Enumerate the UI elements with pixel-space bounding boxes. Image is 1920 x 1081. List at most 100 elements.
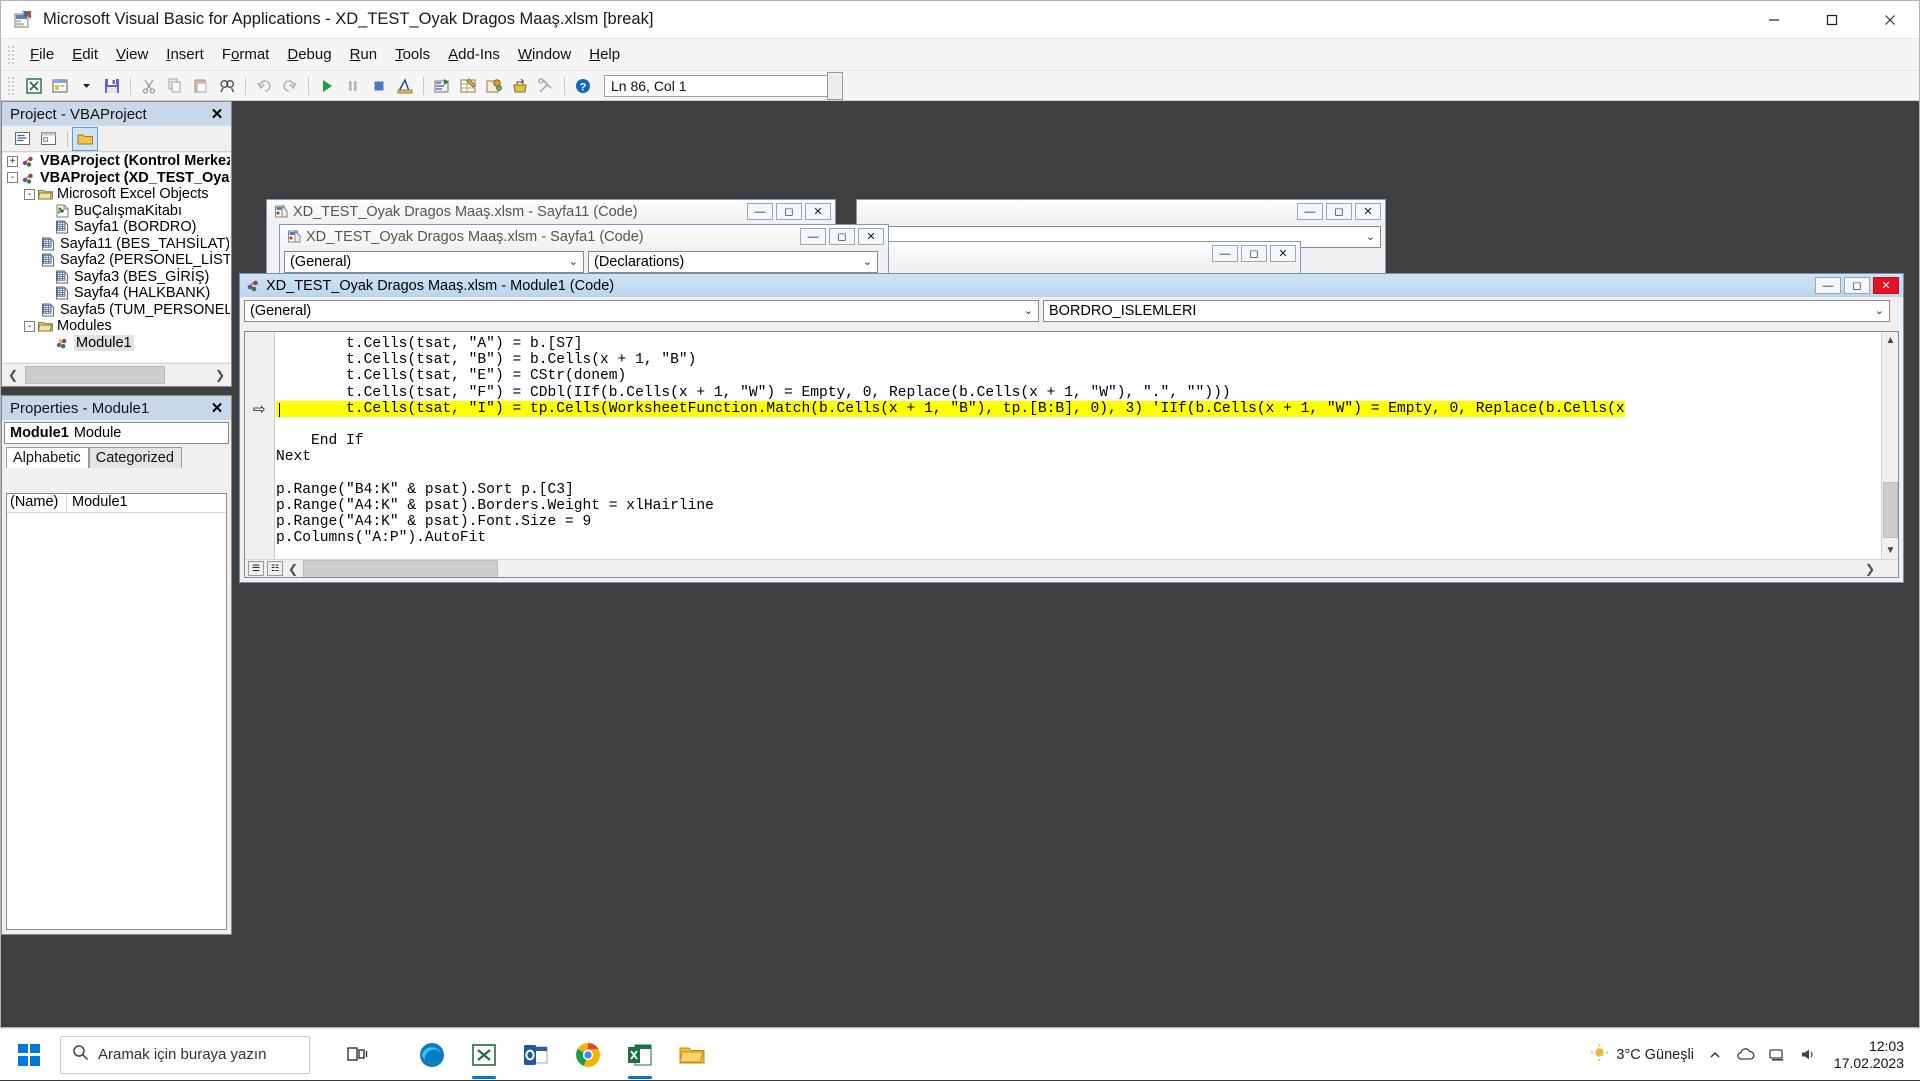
cut-icon[interactable] — [137, 74, 161, 98]
code-close-button[interactable]: ✕ — [805, 203, 831, 220]
code-close-button[interactable]: ✕ — [1355, 203, 1381, 220]
project-tree-item[interactable]: BuÇalışmaKitabı — [3, 203, 230, 220]
view-object-icon[interactable] — [36, 128, 60, 150]
code-minimize-button[interactable]: — — [800, 228, 826, 245]
reset-icon[interactable] — [367, 74, 391, 98]
code-line[interactable]: t.Cells(tsat, "B") = b.Cells(x + 1, "B") — [276, 352, 1898, 368]
scroll-down-icon[interactable]: ▼ — [1882, 542, 1898, 559]
code-close-button[interactable]: ✕ — [858, 228, 884, 245]
paste-icon[interactable] — [189, 74, 213, 98]
excel-taskbar-icon[interactable] — [614, 1029, 666, 1081]
design-mode-icon[interactable] — [393, 74, 417, 98]
property-value[interactable]: Module1 — [67, 494, 128, 512]
properties-row[interactable]: (Name) Module1 — [7, 494, 226, 513]
chrome-taskbar-icon[interactable] — [562, 1029, 614, 1081]
code-line[interactable]: p.Columns("A:P").AutoFit — [276, 530, 1898, 546]
project-tree-item[interactable]: - VBAProject (XD_TEST_Oyak Dr — [3, 170, 230, 187]
network-tray-icon[interactable] — [1762, 1029, 1793, 1081]
project-tree-item[interactable]: - Microsoft Excel Objects — [3, 186, 230, 203]
scroll-left-icon[interactable]: ❮ — [3, 365, 23, 385]
code-minimize-button[interactable]: — — [1297, 203, 1323, 220]
menu-insert[interactable]: Insert — [157, 42, 213, 67]
tree-expander-icon[interactable]: + — [7, 155, 18, 167]
code-line[interactable]: p.Range("A4:K" & psat).Borders.Weight = … — [276, 498, 1898, 514]
task-view-button[interactable] — [332, 1029, 384, 1081]
menu-addins[interactable]: Add-Ins — [439, 42, 509, 67]
maximize-button[interactable] — [1803, 1, 1861, 39]
project-tree-item[interactable]: Sayfa4 (HALKBANK) — [3, 285, 230, 302]
close-button[interactable] — [1861, 1, 1919, 39]
project-tree-item[interactable]: - Modules — [3, 318, 230, 335]
excel-view-icon[interactable] — [22, 74, 46, 98]
hscroll-thumb[interactable] — [25, 365, 165, 384]
code-window-titlebar[interactable]: — ◻ ✕ — [857, 200, 1385, 223]
save-icon[interactable] — [100, 74, 124, 98]
code-close-button[interactable]: ✕ — [1873, 277, 1899, 294]
procedure-view-icon[interactable]: ☰ — [248, 561, 264, 576]
tools-wrench-icon[interactable] — [534, 74, 558, 98]
code-minimize-button[interactable]: — — [1815, 277, 1841, 294]
project-tree-hscrollbar[interactable]: ❮ ❯ — [3, 363, 230, 385]
file-explorer-taskbar-icon[interactable] — [666, 1029, 718, 1081]
code-restore-button[interactable]: ◻ — [829, 228, 855, 245]
object-dropdown[interactable]: (General) ⌄ — [244, 300, 1039, 322]
code-window-titlebar-active[interactable]: XD_TEST_Oyak Dragos Maaş.xlsm - Module1 … — [240, 274, 1903, 297]
project-tree-item[interactable]: Sayfa11 (BES_TAHSİLAT) — [3, 236, 230, 253]
code-restore-button[interactable]: ◻ — [776, 203, 802, 220]
help-icon[interactable]: ? — [571, 74, 595, 98]
toggle-folders-icon[interactable] — [72, 126, 98, 151]
minimize-button[interactable] — [1745, 1, 1803, 39]
menu-debug[interactable]: Debug — [278, 42, 340, 67]
code-line[interactable]: t.Cells(tsat, "I") = tp.Cells(WorksheetF… — [276, 400, 1898, 417]
code-window-titlebar[interactable]: XD_TEST_Oyak Dragos Maaş.xlsm - Sayfa11 … — [267, 200, 835, 223]
code-window-titlebar[interactable]: XD_TEST_Oyak Dragos Maaş.xlsm - Sayfa1 (… — [280, 225, 888, 248]
redo-icon[interactable] — [278, 74, 302, 98]
object-dropdown[interactable]: (General) ⌄ — [284, 251, 584, 273]
full-module-view-icon[interactable]: ☷ — [267, 561, 283, 576]
menu-window[interactable]: Window — [509, 42, 580, 67]
properties-grid[interactable]: (Name) Module1 — [6, 493, 227, 930]
object-browser-icon[interactable] — [482, 74, 506, 98]
view-code-icon[interactable] — [10, 128, 34, 150]
project-explorer-icon[interactable] — [430, 74, 454, 98]
edge-taskbar-icon[interactable] — [406, 1029, 458, 1081]
taskbar-clock[interactable]: 12:03 17.02.2023 — [1824, 1038, 1914, 1072]
code-line[interactable]: t.Cells(tsat, "E") = CStr(donem) — [276, 368, 1898, 384]
toolbox-icon[interactable] — [508, 74, 532, 98]
scroll-right-icon[interactable]: ❯ — [1860, 559, 1880, 578]
volume-tray-icon[interactable] — [1793, 1029, 1824, 1081]
tab-categorized[interactable]: Categorized — [88, 447, 182, 468]
code-line[interactable] — [276, 466, 1898, 482]
project-tree-item[interactable]: Sayfa1 (BORDRO) — [3, 219, 230, 236]
code-vscrollbar[interactable]: ▲ ▼ — [1881, 332, 1898, 577]
scroll-up-icon[interactable]: ▲ — [1882, 332, 1898, 349]
copy-icon[interactable] — [163, 74, 187, 98]
code-editor-area[interactable]: ⇨ t.Cells(tsat, "A") = b.[S7] t.Cells(ts… — [244, 331, 1899, 578]
procedure-dropdown[interactable]: (Declarations) ⌄ — [588, 251, 878, 273]
tree-expander-icon[interactable]: - — [24, 188, 35, 200]
find-icon[interactable] — [215, 74, 239, 98]
run-icon[interactable] — [315, 74, 339, 98]
scroll-left-icon[interactable]: ❮ — [283, 559, 303, 578]
properties-close-icon[interactable]: ✕ — [207, 398, 227, 418]
code-line[interactable]: t.Cells(tsat, "A") = b.[S7] — [276, 336, 1898, 352]
project-tree-item[interactable]: Sayfa3 (BES_GİRİŞ) — [3, 269, 230, 286]
code-window-titlebar[interactable]: — ◻ ✕ — [882, 242, 1300, 265]
taskbar-search-box[interactable]: Aramak için buraya yazın — [60, 1035, 310, 1074]
code-text[interactable]: t.Cells(tsat, "A") = b.[S7] t.Cells(tsat… — [276, 336, 1898, 577]
insert-userform-icon[interactable] — [48, 74, 72, 98]
menu-file[interactable]: File — [21, 42, 63, 67]
code-line[interactable]: p.Range("B4:K" & psat).Sort p.[C3] — [276, 482, 1898, 498]
excel-vba-taskbar-icon[interactable] — [458, 1029, 510, 1081]
menu-run[interactable]: Run — [341, 42, 387, 67]
code-line[interactable]: t.Cells(tsat, "F") = CDbl(IIf(b.Cells(x … — [276, 385, 1898, 401]
code-line[interactable]: Next — [276, 449, 1898, 465]
code-close-button[interactable]: ✕ — [1270, 245, 1296, 262]
properties-window-icon[interactable] — [456, 74, 480, 98]
code-line[interactable]: End If — [276, 433, 1898, 449]
project-tree-item[interactable]: Module1 — [3, 334, 230, 352]
project-tree-item[interactable]: Sayfa2 (PERSONEL_LİSTE — [3, 252, 230, 269]
code-line[interactable]: p.Range("A4:K" & psat).Font.Size = 9 — [276, 514, 1898, 530]
code-restore-button[interactable]: ◻ — [1844, 277, 1870, 294]
project-explorer-close-icon[interactable]: ✕ — [207, 104, 227, 124]
